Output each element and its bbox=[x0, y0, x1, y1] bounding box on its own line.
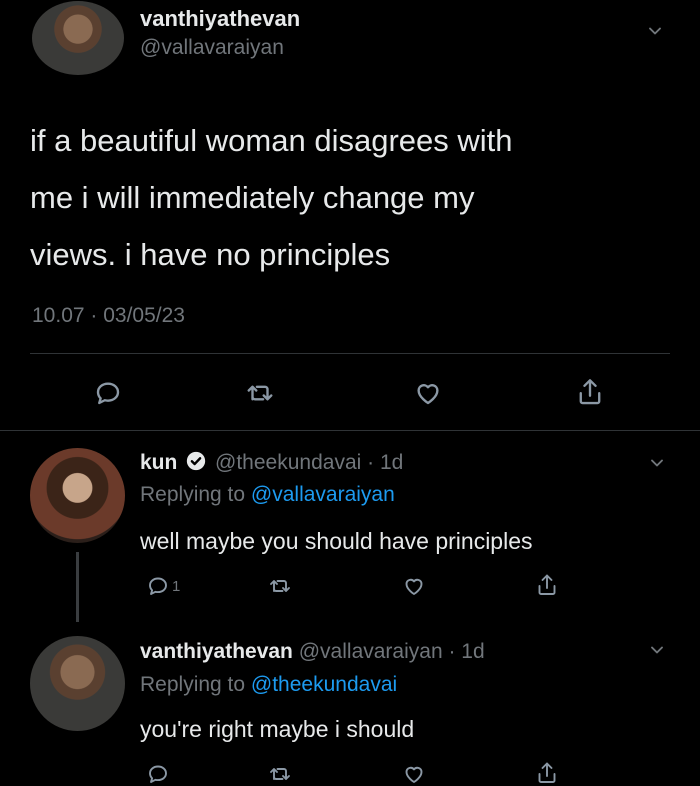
reply2-reply-icon[interactable] bbox=[146, 762, 170, 786]
reply2-display-name[interactable]: vanthiyathevan bbox=[140, 640, 293, 663]
verified-badge-icon bbox=[185, 450, 207, 472]
replying-to-label: Replying to bbox=[140, 483, 251, 506]
replying-to-label: Replying to bbox=[140, 673, 251, 696]
reply1-more-chevron-icon[interactable] bbox=[650, 456, 664, 470]
avatar-kun[interactable] bbox=[30, 448, 125, 543]
divider bbox=[0, 430, 700, 431]
reply1-text: well maybe you should have principles bbox=[140, 528, 533, 554]
main-tweet-line-1: if a beautiful woman disagrees with bbox=[30, 123, 513, 158]
main-retweet-icon[interactable] bbox=[245, 378, 275, 408]
thread-line bbox=[76, 552, 79, 622]
main-display-name[interactable]: vanthiyathevan bbox=[140, 6, 300, 32]
main-share-icon[interactable] bbox=[575, 376, 605, 408]
avatar-vanthiyathevan[interactable] bbox=[32, 1, 124, 75]
reply2-header: vanthiyathevan @vallavaraiyan · 1d bbox=[140, 640, 485, 664]
reply-count: 1 bbox=[172, 577, 181, 595]
reply2-replying-to: Replying to @theekundavai bbox=[140, 673, 397, 697]
reply1-reply-button[interactable]: 1 bbox=[146, 574, 180, 598]
main-tweet-line-2: me i will immediately change my bbox=[30, 180, 475, 215]
reply2-text: you're right maybe i should bbox=[140, 716, 415, 742]
reply2-like-icon[interactable] bbox=[402, 762, 426, 786]
main-more-chevron-icon[interactable] bbox=[648, 24, 662, 38]
main-tweet-text: if a beautiful woman disagrees with me i… bbox=[30, 112, 512, 283]
reply1-handle-time[interactable]: @theekundavai · 1d bbox=[215, 451, 403, 474]
divider bbox=[30, 353, 670, 354]
reply-icon bbox=[146, 574, 170, 598]
reply1-header: kun @theekundavai · 1d bbox=[140, 450, 403, 475]
main-tweet-line-3: views. i have no principles bbox=[30, 237, 391, 272]
replying-to-handle[interactable]: @theekundavai bbox=[251, 673, 397, 696]
main-timestamp[interactable]: 10.07 · 03/05/23 bbox=[32, 304, 185, 328]
main-like-icon[interactable] bbox=[413, 378, 443, 408]
reply1-replying-to: Replying to @vallavaraiyan bbox=[140, 483, 395, 507]
reply1-display-name[interactable]: kun bbox=[140, 451, 177, 474]
main-reply-icon[interactable] bbox=[93, 378, 123, 408]
reply2-retweet-icon[interactable] bbox=[268, 762, 292, 786]
replying-to-handle[interactable]: @vallavaraiyan bbox=[251, 483, 395, 506]
avatar-vanthiyathevan[interactable] bbox=[30, 636, 125, 731]
reply1-like-icon[interactable] bbox=[402, 574, 426, 598]
reply2-share-icon[interactable] bbox=[535, 760, 559, 786]
main-handle[interactable]: @vallavaraiyan bbox=[140, 36, 284, 60]
reply2-more-chevron-icon[interactable] bbox=[650, 643, 664, 657]
reply2-handle-time[interactable]: @vallavaraiyan · 1d bbox=[299, 640, 485, 663]
reply1-retweet-icon[interactable] bbox=[268, 574, 292, 598]
reply1-share-icon[interactable] bbox=[535, 572, 559, 598]
